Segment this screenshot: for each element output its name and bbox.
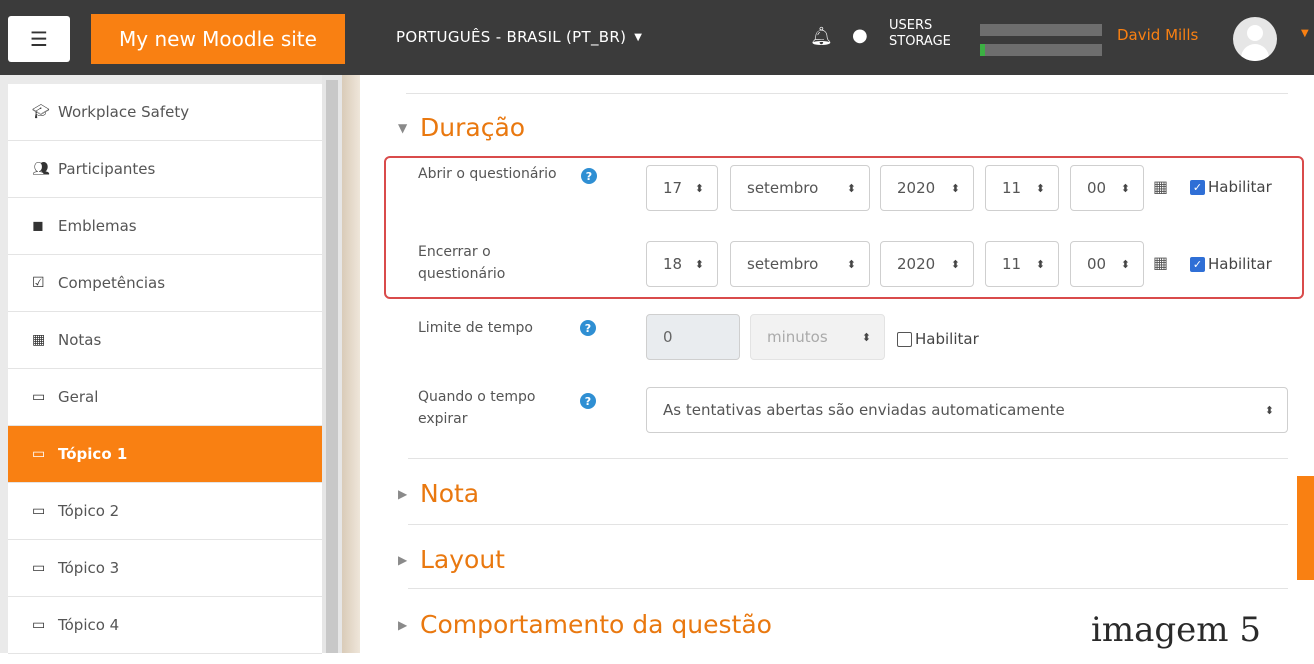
course-nav-drawer: 🎓︎ Workplace Safety 👥︎ Participantes ◼ Embl… (8, 84, 322, 664)
select-arrows-icon: ⬍ (1035, 181, 1045, 195)
sidebar-item-topico-4[interactable]: ▭ Tópico 4 (8, 597, 322, 654)
close-year-select[interactable]: 2020 ⬍ (880, 241, 974, 287)
checked-icon: ✓ (1190, 179, 1205, 195)
section-duracao[interactable]: ▼ Duração (398, 113, 525, 142)
sidebar-item-emblemas[interactable]: ◼ Emblemas (8, 198, 322, 255)
when-expires-label: Quando o tempo expirar (418, 389, 536, 427)
expand-caret-icon: ▶ (398, 486, 408, 501)
caption: imagem 5 (1091, 610, 1261, 650)
select-arrows-icon: ⬍ (846, 257, 856, 271)
help-icon[interactable]: ? (580, 320, 596, 336)
select-arrows-icon: ⬍ (861, 330, 871, 344)
open-minute-select[interactable]: 00 ⬍ (1070, 165, 1144, 211)
sidebar-item-notas[interactable]: ▦ Notas (8, 312, 322, 369)
help-icon[interactable]: ? (581, 168, 597, 184)
close-month-select[interactable]: setembro ⬍ (730, 241, 870, 287)
shield-icon: ◼ (32, 218, 44, 234)
language-menu[interactable]: PORTUGUÊS - BRASIL (PT_BR) ▼ (396, 28, 642, 46)
folder-icon: ▭ (32, 389, 46, 405)
unchecked-icon (897, 331, 912, 347)
sidebar-item-topico-2[interactable]: ▭ Tópico 2 (8, 483, 322, 540)
collapse-caret-icon: ▼ (398, 120, 408, 135)
drawer-scroll-thumb[interactable] (326, 80, 338, 653)
time-limit-input[interactable]: 0 (646, 314, 740, 360)
calendar-icon[interactable]: ▦ (1153, 177, 1168, 196)
user-name[interactable]: David Mills (1117, 26, 1198, 44)
table-icon: ▦ (32, 332, 46, 348)
hamburger-icon[interactable]: ☰ (8, 16, 70, 62)
select-arrows-icon: ⬍ (1120, 181, 1130, 195)
calendar-icon[interactable]: ▦ (1153, 253, 1168, 272)
sidebar-item-competencias[interactable]: ☑ Competências (8, 255, 322, 312)
sidebar-item-topico-3[interactable]: ▭ Tópico 3 (8, 540, 322, 597)
open-month-select[interactable]: setembro ⬍ (730, 165, 870, 211)
select-arrows-icon: ⬍ (846, 181, 856, 195)
sidebar-item-workplace-safety[interactable]: 🎓︎ Workplace Safety (8, 84, 322, 141)
close-minute-select[interactable]: 00 ⬍ (1070, 241, 1144, 287)
select-arrows-icon: ⬍ (694, 181, 704, 195)
open-enable-checkbox[interactable]: ✓ Habilitar (1190, 178, 1272, 196)
storage-text: STORAGE (889, 34, 951, 49)
page-edge (342, 75, 360, 653)
section-layout[interactable]: ▶ Layout (398, 545, 505, 574)
top-navbar: ☰ My new Moodle site PORTUGUÊS - BRASIL … (0, 0, 1314, 75)
users-usage-bar (980, 24, 1102, 36)
select-arrows-icon: ⬍ (950, 181, 960, 195)
section-nota[interactable]: ▶ Nota (398, 479, 479, 508)
checked-icon: ✓ (1190, 256, 1205, 272)
bell-icon[interactable]: 🔔︎ (810, 26, 833, 47)
checkbox-icon: ☑ (32, 275, 45, 291)
open-day-select[interactable]: 17 ⬍ (646, 165, 718, 211)
side-help-tab[interactable] (1297, 476, 1314, 580)
close-day-select[interactable]: 18 ⬍ (646, 241, 718, 287)
select-arrows-icon: ⬍ (1264, 403, 1274, 417)
open-quiz-label: Abrir o questionário (418, 166, 557, 182)
sidebar-item-geral[interactable]: ▭ Geral (8, 369, 322, 426)
close-enable-checkbox[interactable]: ✓ Habilitar (1190, 255, 1272, 273)
language-label: PORTUGUÊS - BRASIL (PT_BR) (396, 28, 627, 46)
help-icon[interactable]: ? (580, 393, 596, 409)
storage-label: USERS STORAGE (889, 18, 951, 50)
time-limit-unit-select[interactable]: minutos ⬍ (750, 314, 885, 360)
users-label: USERS (889, 18, 933, 33)
users-icon: 👥︎ (32, 161, 50, 177)
close-hour-select[interactable]: 11 ⬍ (985, 241, 1059, 287)
expand-caret-icon: ▶ (398, 552, 408, 567)
user-menu-caret-icon[interactable]: ▼ (1301, 28, 1309, 39)
folder-icon: ▭ (32, 503, 46, 519)
divider (406, 93, 1288, 94)
folder-icon: ▭ (32, 560, 46, 576)
select-arrows-icon: ⬍ (950, 257, 960, 271)
folder-icon: ▭ (32, 446, 46, 462)
section-comportamento[interactable]: ▶ Comportamento da questão (398, 610, 772, 639)
site-brand[interactable]: My new Moodle site (91, 14, 345, 64)
close-quiz-label: Encerrar o questionário (418, 244, 506, 282)
open-hour-select[interactable]: 11 ⬍ (985, 165, 1059, 211)
storage-usage-bar (980, 44, 1102, 56)
divider (408, 458, 1288, 459)
select-arrows-icon: ⬍ (1120, 257, 1130, 271)
divider (408, 588, 1288, 589)
sidebar-item-topico-1[interactable]: ▭ Tópico 1 (8, 426, 322, 483)
chat-icon[interactable]: ● (852, 25, 868, 46)
time-limit-label: Limite de tempo (418, 320, 533, 336)
folder-icon: ▭ (32, 617, 46, 633)
time-limit-enable-checkbox[interactable]: Habilitar (897, 330, 979, 348)
when-expires-select[interactable]: As tentativas abertas são enviadas autom… (646, 387, 1288, 433)
open-year-select[interactable]: 2020 ⬍ (880, 165, 974, 211)
expand-caret-icon: ▶ (398, 617, 408, 632)
select-arrows-icon: ⬍ (694, 257, 704, 271)
graduation-cap-icon: 🎓︎ (32, 104, 50, 120)
select-arrows-icon: ⬍ (1035, 257, 1045, 271)
sidebar-item-participantes[interactable]: 👥︎ Participantes (8, 141, 322, 198)
avatar[interactable] (1233, 17, 1277, 61)
chevron-down-icon: ▼ (634, 32, 643, 43)
divider (408, 524, 1288, 525)
